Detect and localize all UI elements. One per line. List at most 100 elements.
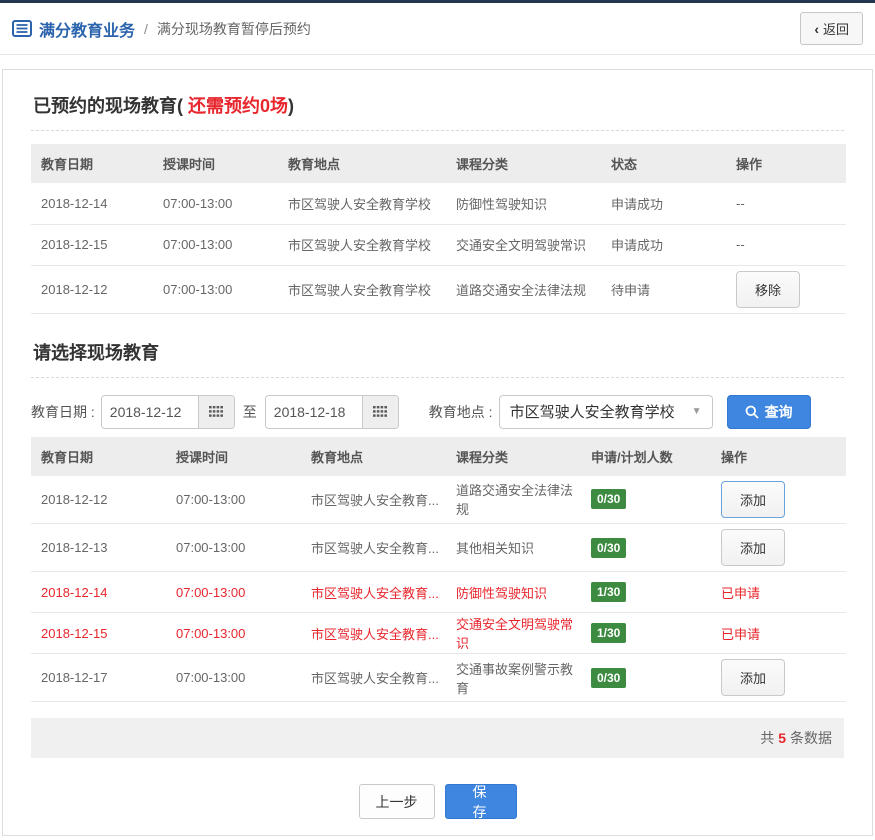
date-from-group — [101, 395, 235, 429]
previous-step-button[interactable]: 上一步 — [359, 784, 435, 819]
table-row: 2018-12-14 07:00-13:00 市区驾驶人安全教育... 防御性驾… — [31, 572, 846, 613]
applied-status-text: 已申请 — [721, 586, 760, 601]
cell-location: 市区驾驶人安全教育... — [301, 613, 446, 654]
cell-action: 已申请 — [711, 613, 846, 654]
page-header: 满分教育业务 / 满分现场教育暂停后预约 ‹ 返回 — [0, 3, 875, 55]
available-table: 教育日期 授课时间 教育地点 课程分类 申请/计划人数 操作 2018-12-1… — [31, 437, 846, 703]
cell-count: 0/30 — [581, 476, 711, 524]
cell-status: 申请成功 — [601, 183, 726, 224]
filter-bar: 教育日期 : 至 — [31, 395, 844, 429]
select-section-title: 请选择现场教育 — [31, 331, 844, 377]
cell-course: 道路交通安全法律法规 — [446, 265, 601, 313]
add-button[interactable]: 添加 — [721, 659, 785, 696]
cell-date: 2018-12-15 — [31, 613, 166, 654]
booked-section-title: 已预约的现场教育( 还需预约0场) — [31, 84, 844, 130]
count-badge: 0/30 — [591, 538, 626, 558]
search-button[interactable]: 查询 — [727, 395, 811, 429]
cell-course: 防御性驾驶知识 — [446, 572, 581, 613]
cell-date: 2018-12-15 — [31, 224, 153, 265]
count-suffix: 条数据 — [790, 728, 832, 748]
calendar-icon[interactable] — [198, 396, 234, 428]
chevron-left-icon: ‹ — [814, 22, 819, 36]
available-table-header-row: 教育日期 授课时间 教育地点 课程分类 申请/计划人数 操作 — [31, 437, 846, 476]
add-button[interactable]: 添加 — [721, 481, 785, 518]
col-header-date: 教育日期 — [31, 437, 166, 476]
cell-course: 防御性驾驶知识 — [446, 183, 601, 224]
cell-location: 市区驾驶人安全教育... — [301, 654, 446, 702]
cell-count: 1/30 — [581, 572, 711, 613]
cell-location: 市区驾驶人安全教育... — [301, 476, 446, 524]
cell-time: 07:00-13:00 — [153, 224, 278, 265]
cell-count: 1/30 — [581, 613, 711, 654]
cell-count: 0/30 — [581, 654, 711, 702]
location-filter-label: 教育地点 : — [429, 402, 493, 422]
location-select[interactable]: 市区驾驶人安全教育学校 ▼ — [499, 395, 713, 429]
add-button[interactable]: 添加 — [721, 529, 785, 566]
cell-time: 07:00-13:00 — [153, 183, 278, 224]
date-to-input[interactable] — [266, 396, 362, 428]
cell-status: 待申请 — [601, 265, 726, 313]
cell-time: 07:00-13:00 — [166, 524, 301, 572]
save-button[interactable]: 保 存 — [445, 784, 517, 819]
cell-date: 2018-12-12 — [31, 265, 153, 313]
booked-title-close: ) — [288, 96, 294, 116]
cell-count: 0/30 — [581, 524, 711, 572]
cell-time: 07:00-13:00 — [166, 654, 301, 702]
back-button[interactable]: ‹ 返回 — [800, 12, 863, 45]
table-row: 2018-12-17 07:00-13:00 市区驾驶人安全教育... 交通事故… — [31, 654, 846, 702]
table-row: 2018-12-12 07:00-13:00 市区驾驶人安全教育... 道路交通… — [31, 476, 846, 524]
cell-location: 市区驾驶人安全教育学校 — [278, 265, 446, 313]
applied-status-text: 已申请 — [721, 627, 760, 642]
footer-actions: 上一步 保 存 — [31, 784, 844, 819]
booked-table-header-row: 教育日期 授课时间 教育地点 课程分类 状态 操作 — [31, 144, 846, 183]
count-prefix: 共 — [760, 728, 774, 748]
list-icon — [12, 20, 32, 37]
calendar-icon[interactable] — [362, 396, 398, 428]
cell-date: 2018-12-12 — [31, 476, 166, 524]
booked-table: 教育日期 授课时间 教育地点 课程分类 状态 操作 2018-12-14 07:… — [31, 144, 846, 314]
section-divider — [31, 377, 844, 378]
cell-course: 道路交通安全法律法规 — [446, 476, 581, 524]
cell-course: 交通安全文明驾驶常识 — [446, 613, 581, 654]
cell-action: -- — [726, 183, 846, 224]
date-to-group — [265, 395, 399, 429]
cell-action: 添加 — [711, 524, 846, 572]
col-header-time: 授课时间 — [153, 144, 278, 183]
cell-action: 添加 — [711, 654, 846, 702]
breadcrumb-primary[interactable]: 满分教育业务 — [39, 17, 135, 41]
cell-status: 申请成功 — [601, 224, 726, 265]
remove-button[interactable]: 移除 — [736, 271, 800, 308]
cell-location: 市区驾驶人安全教育学校 — [278, 183, 446, 224]
count-badge: 1/30 — [591, 623, 626, 643]
cell-date: 2018-12-14 — [31, 183, 153, 224]
cell-time: 07:00-13:00 — [166, 476, 301, 524]
record-count-bar: 共 5 条数据 — [31, 718, 844, 758]
date-filter-label: 教育日期 : — [31, 402, 95, 422]
record-count: 5 — [778, 730, 786, 746]
table-row: 2018-12-13 07:00-13:00 市区驾驶人安全教育... 其他相关… — [31, 524, 846, 572]
booked-title-text: 已预约的现场教育( — [33, 96, 188, 116]
table-row: 2018-12-12 07:00-13:00 市区驾驶人安全教育学校 道路交通安… — [31, 265, 846, 313]
cell-date: 2018-12-14 — [31, 572, 166, 613]
cell-course: 其他相关知识 — [446, 524, 581, 572]
count-badge: 0/30 — [591, 489, 626, 509]
date-from-input[interactable] — [102, 396, 198, 428]
breadcrumb: 满分教育业务 / 满分现场教育暂停后预约 — [12, 17, 311, 41]
location-select-value: 市区驾驶人安全教育学校 — [510, 401, 692, 422]
back-button-label: 返回 — [823, 19, 849, 38]
breadcrumb-separator: / — [144, 21, 148, 37]
cell-course: 交通安全文明驾驶常识 — [446, 224, 601, 265]
col-header-course: 课程分类 — [446, 437, 581, 476]
col-header-action: 操作 — [711, 437, 846, 476]
cell-location: 市区驾驶人安全教育... — [301, 572, 446, 613]
table-row: 2018-12-14 07:00-13:00 市区驾驶人安全教育学校 防御性驾驶… — [31, 183, 846, 224]
search-icon — [745, 405, 759, 419]
cell-date: 2018-12-13 — [31, 524, 166, 572]
cell-time: 07:00-13:00 — [166, 613, 301, 654]
col-header-status: 状态 — [601, 144, 726, 183]
chevron-down-icon: ▼ — [692, 406, 702, 417]
col-header-action: 操作 — [726, 144, 846, 183]
col-header-time: 授课时间 — [166, 437, 301, 476]
search-button-label: 查询 — [765, 402, 793, 422]
booked-title-remaining: 还需预约0场 — [188, 96, 288, 116]
